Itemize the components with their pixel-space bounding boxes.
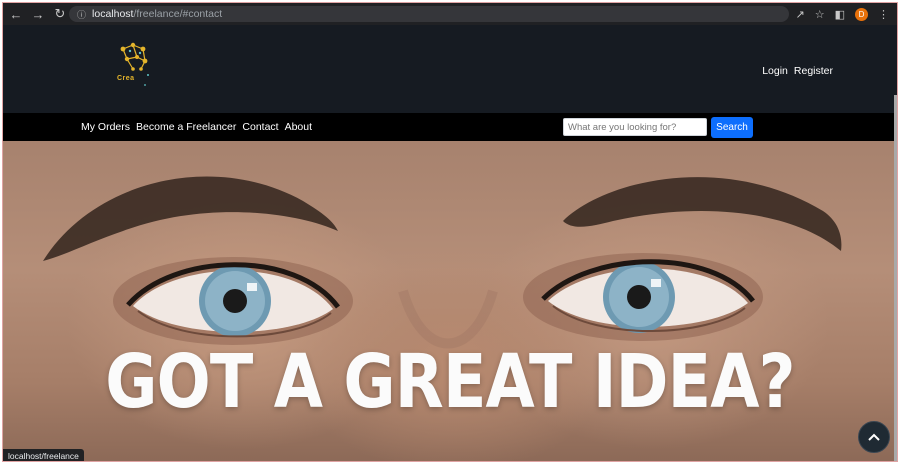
nav-about[interactable]: About xyxy=(285,121,312,133)
profile-avatar[interactable]: D xyxy=(855,7,868,21)
sidebar-icon[interactable]: ◧ xyxy=(835,8,845,21)
star-icon[interactable]: ☆ xyxy=(815,8,825,21)
navbar: My Orders Become a Freelancer Contact Ab… xyxy=(3,113,897,141)
back-arrow-icon[interactable]: ← xyxy=(7,5,25,23)
url-path: /freelance/#contact xyxy=(133,8,223,20)
nav-links: My Orders Become a Freelancer Contact Ab… xyxy=(81,113,312,141)
url-host: localhost xyxy=(92,8,134,20)
register-link[interactable]: Register xyxy=(794,65,833,77)
auth-links: Login Register xyxy=(762,65,833,77)
forward-arrow-icon[interactable]: → xyxy=(29,5,47,23)
menu-dots-icon[interactable]: ⋮ xyxy=(878,8,889,21)
info-icon[interactable]: ⓘ xyxy=(77,8,86,21)
browser-actions: ↗ ☆ ◧ D ⋮ xyxy=(796,5,889,23)
back-to-top-button[interactable] xyxy=(858,421,890,453)
search-input[interactable] xyxy=(563,118,707,136)
hero-banner: GOT A GREAT IDEA? localhost/freelance xyxy=(3,141,897,461)
browser-toolbar: ← → ↻ ⓘ localhost/freelance/#contact ↗ ☆… xyxy=(3,3,897,25)
logo-icon[interactable] xyxy=(115,39,155,97)
search-button[interactable]: Search xyxy=(711,117,753,138)
site-header: Crea Login Register xyxy=(3,25,897,113)
address-bar[interactable]: ⓘ localhost/freelance/#contact xyxy=(69,6,789,22)
share-icon[interactable]: ↗ xyxy=(796,8,805,21)
login-link[interactable]: Login xyxy=(762,65,788,77)
chevron-up-icon xyxy=(868,433,880,441)
reload-icon[interactable]: ↻ xyxy=(51,5,69,23)
logo-text: Crea xyxy=(117,75,135,82)
status-url: localhost/freelance xyxy=(3,449,84,461)
browser-window: ← → ↻ ⓘ localhost/freelance/#contact ↗ ☆… xyxy=(2,2,898,462)
page-scrollbar[interactable] xyxy=(894,95,897,461)
hero-title: GOT A GREAT IDEA? xyxy=(105,339,795,425)
nav-contact[interactable]: Contact xyxy=(242,121,278,133)
nav-become-freelancer[interactable]: Become a Freelancer xyxy=(136,121,236,133)
nav-my-orders[interactable]: My Orders xyxy=(81,121,130,133)
